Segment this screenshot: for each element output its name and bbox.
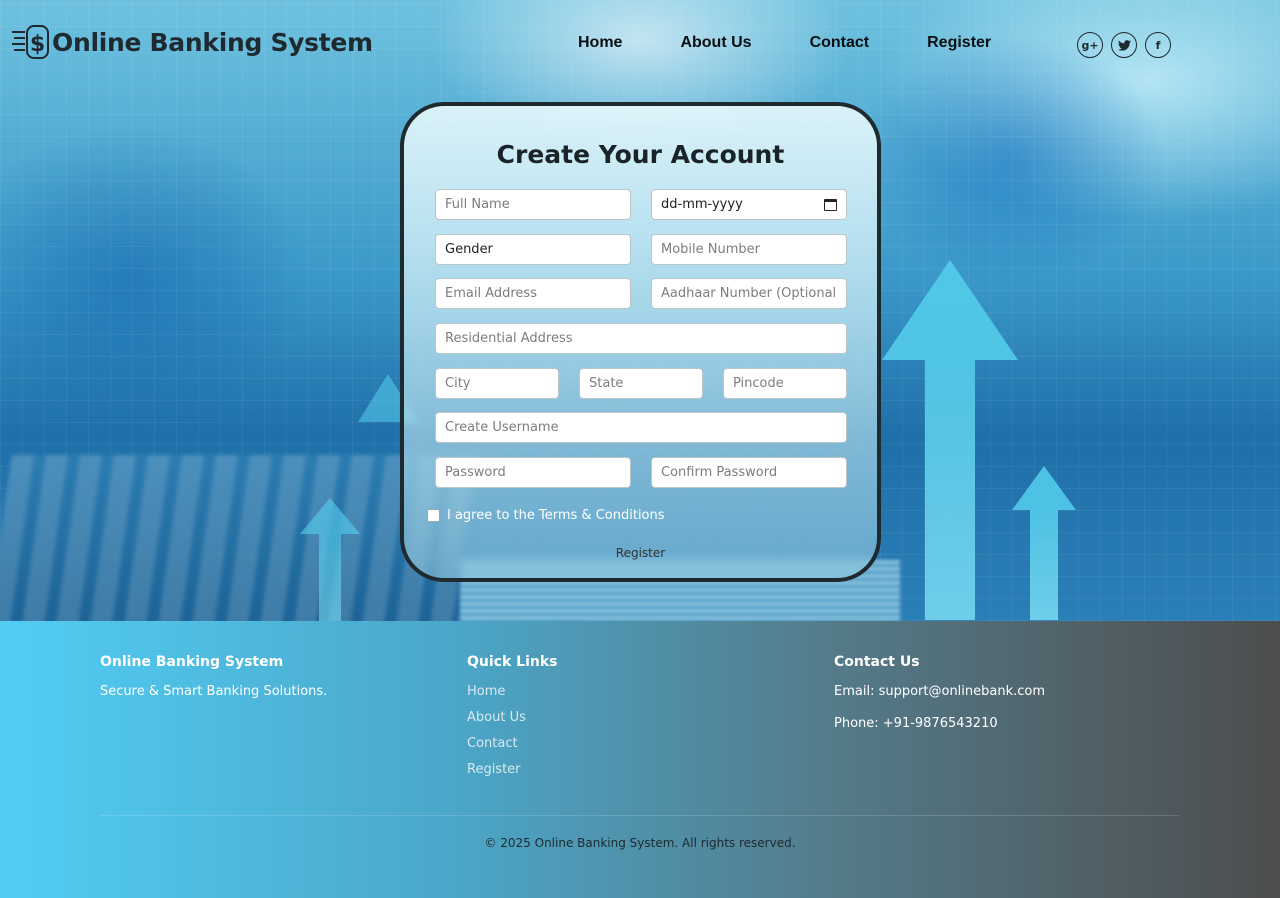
nav-contact[interactable]: Contact (810, 34, 870, 52)
footer-contact-column: Contact Us Email: support@onlinebank.com… (834, 654, 1045, 748)
dob-input[interactable]: dd-mm-yyyy (651, 189, 847, 220)
copyright-text: © 2025 Online Banking System. All rights… (484, 836, 796, 850)
footer-link-about-us[interactable]: About Us (467, 710, 557, 725)
footer-tagline: Secure & Smart Banking Solutions. (100, 684, 328, 699)
register-button[interactable]: Register (404, 546, 877, 560)
footer-brand-title: Online Banking System (100, 654, 284, 670)
site-logo[interactable]: $ Online Banking System (12, 24, 373, 60)
footer-brand-column: Online Banking System Secure & Smart Ban… (100, 654, 327, 699)
confirm-password-input[interactable] (651, 457, 847, 488)
footer-link-home[interactable]: Home (467, 684, 557, 699)
footer-divider (100, 815, 1180, 816)
svg-text:$: $ (30, 32, 45, 57)
site-title: Online Banking System (52, 27, 373, 57)
registration-card: Create Your Account dd-mm-yyyy Gender I … (400, 102, 881, 582)
nav-register[interactable]: Register (927, 34, 991, 52)
main-nav: Home About Us Contact Register (578, 34, 1049, 52)
footer-link-contact[interactable]: Contact (467, 736, 557, 751)
google-plus-icon[interactable]: g+ (1077, 32, 1103, 58)
form-title: Create Your Account (496, 140, 785, 169)
city-input[interactable] (435, 368, 559, 399)
site-header: $ Online Banking System Home About Us Co… (0, 0, 1280, 90)
address-input[interactable] (435, 323, 847, 354)
growth-arrow-small (1012, 466, 1076, 620)
state-input[interactable] (579, 368, 703, 399)
gender-select[interactable]: Gender (435, 234, 631, 265)
footer-quick-links-title: Quick Links (467, 654, 558, 670)
gender-value: Gender (445, 242, 493, 257)
social-links: g+ f (1077, 32, 1171, 58)
growth-arrow-left-small (300, 498, 360, 621)
footer-email: Email: support@onlinebank.com (834, 684, 1046, 699)
username-input[interactable] (435, 412, 847, 443)
calendar-icon[interactable] (824, 198, 837, 211)
email-input[interactable] (435, 278, 631, 309)
facebook-icon[interactable]: f (1145, 32, 1171, 58)
nav-home[interactable]: Home (578, 34, 622, 52)
growth-arrow-large (882, 260, 1018, 620)
terms-row: I agree to the Terms & Conditions (427, 508, 665, 523)
nav-about-us[interactable]: About Us (680, 34, 751, 52)
terms-checkbox[interactable] (427, 509, 440, 522)
site-footer: Online Banking System Secure & Smart Ban… (0, 621, 1280, 898)
full-name-input[interactable] (435, 189, 631, 220)
terms-label[interactable]: I agree to the Terms & Conditions (447, 508, 665, 523)
password-input[interactable] (435, 457, 631, 488)
aadhaar-input[interactable] (651, 278, 847, 309)
footer-quick-links-column: Quick Links Home About Us Contact Regist… (467, 654, 557, 788)
footer-phone: Phone: +91-9876543210 (834, 716, 998, 731)
mobile-number-input[interactable] (651, 234, 847, 265)
dob-value: dd-mm-yyyy (661, 197, 743, 212)
footer-link-register[interactable]: Register (467, 762, 557, 777)
twitter-icon[interactable] (1111, 32, 1137, 58)
footer-contact-title: Contact Us (834, 654, 920, 670)
pincode-input[interactable] (723, 368, 847, 399)
dollar-circuit-icon: $ (12, 24, 50, 60)
